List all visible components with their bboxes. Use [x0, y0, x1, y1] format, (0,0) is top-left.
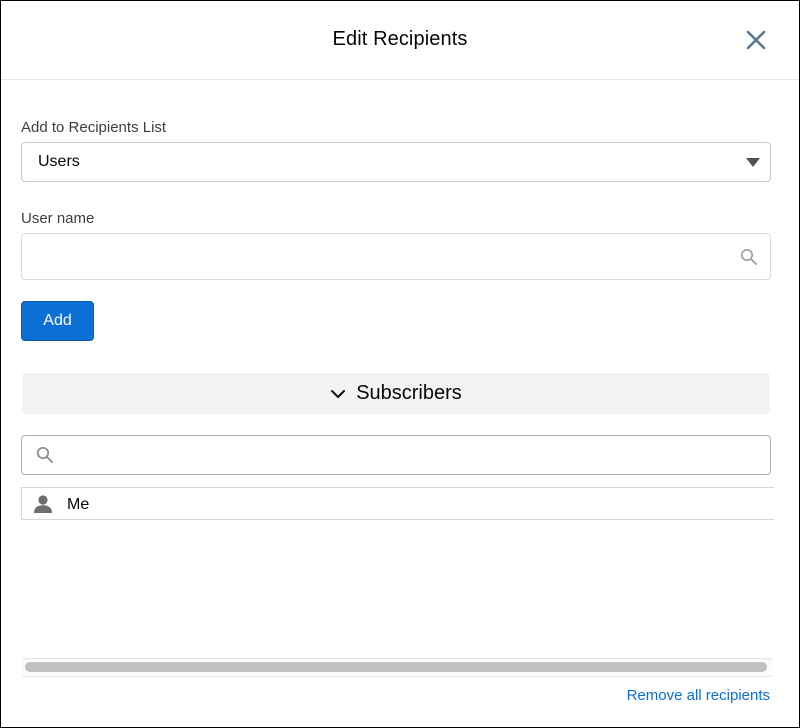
- caret-down-icon: [746, 158, 760, 167]
- subscribers-search-input[interactable]: [21, 435, 771, 475]
- recipients-list-select[interactable]: Users: [21, 142, 771, 182]
- search-icon: [740, 248, 757, 265]
- user-name-label: User name: [21, 210, 95, 227]
- subscribers-section-header: Subscribers: [22, 373, 770, 414]
- close-button[interactable]: [741, 25, 771, 55]
- horizontal-scrollbar[interactable]: [22, 658, 772, 677]
- add-button[interactable]: Add: [21, 301, 94, 341]
- modal-title: Edit Recipients: [332, 28, 468, 50]
- scrollbar-thumb[interactable]: [25, 662, 767, 672]
- modal-header: Edit Recipients: [1, 1, 799, 80]
- user-name-input[interactable]: [21, 233, 771, 280]
- list-item-name: Me: [67, 496, 90, 513]
- recipients-list-selected-value: Users: [38, 153, 80, 170]
- remove-all-recipients-link[interactable]: Remove all recipients: [627, 687, 770, 704]
- subscribers-section-title: Subscribers: [356, 382, 462, 404]
- subscribers-section-toggle[interactable]: Subscribers: [22, 373, 770, 414]
- list-item[interactable]: Me: [22, 488, 774, 519]
- close-icon: [746, 30, 766, 50]
- search-icon: [36, 446, 53, 463]
- edit-recipients-modal: Edit Recipients Add to Recipients List U…: [0, 0, 800, 728]
- subscriber-list: Me: [21, 487, 774, 520]
- recipients-list-label: Add to Recipients List: [21, 119, 167, 136]
- chevron-down-icon: [331, 389, 346, 398]
- user-icon: [34, 495, 52, 513]
